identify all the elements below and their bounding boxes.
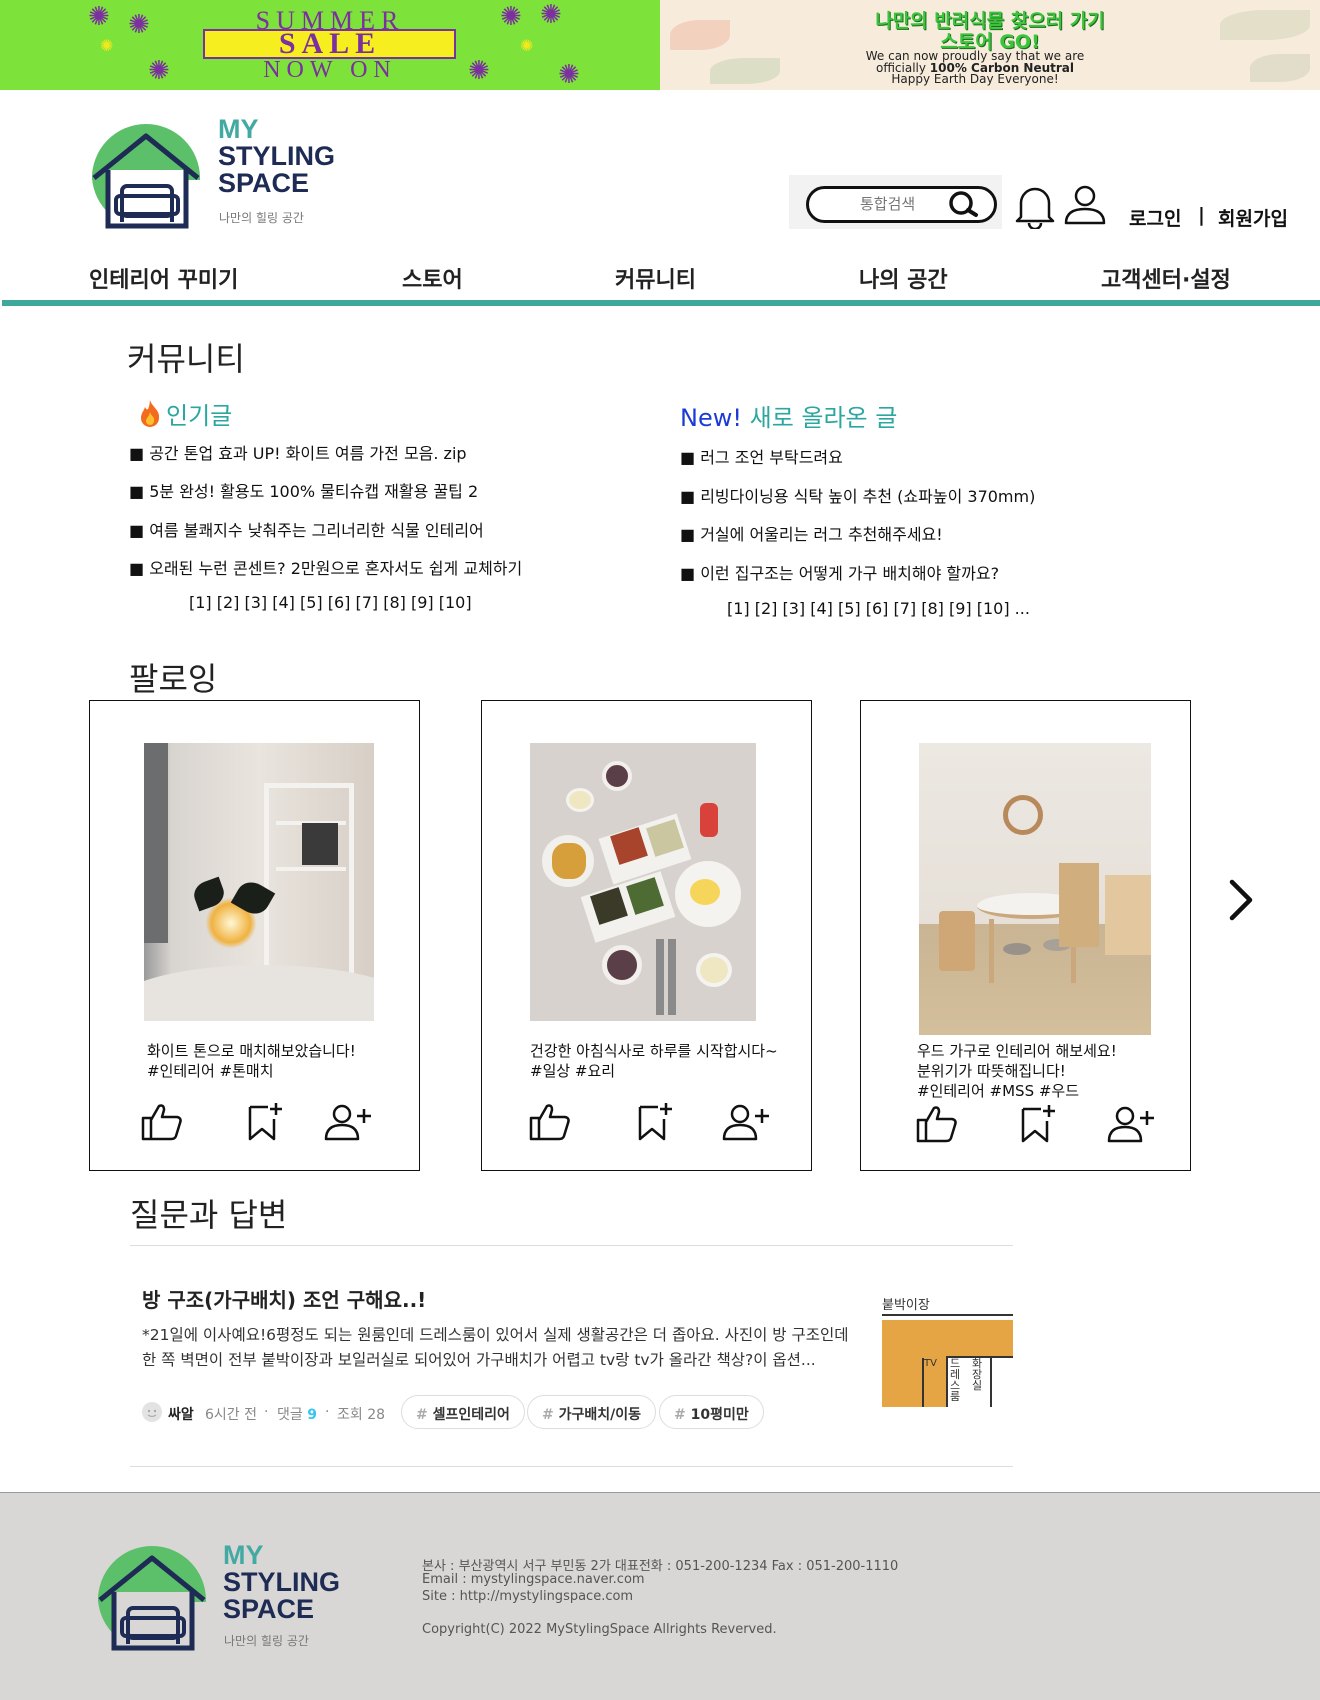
qa-heading: 질문과 답변 (130, 1196, 288, 1234)
signup-link[interactable]: 회원가입 (1218, 204, 1288, 231)
follow-card[interactable]: 화이트 톤으로 매치해보았습니다! #인테리어 #톤매치 (89, 700, 420, 1171)
qa-bottom-divider (130, 1466, 1013, 1467)
bookmark-add-icon[interactable] (636, 1101, 676, 1143)
community-heading: 커뮤니티 (127, 340, 245, 378)
sale-line-3: NOW ON (263, 57, 397, 83)
qa-divider (130, 1245, 1013, 1246)
latest-post[interactable]: 리빙다이닝용 식탁 높이 추천 (쇼파높이 370mm) (680, 483, 1035, 507)
like-icon[interactable] (528, 1101, 572, 1141)
fire-icon (141, 400, 160, 427)
latest-title: New! 새로 올라온 글 (680, 404, 898, 432)
sale-line-2: SALE (278, 27, 382, 60)
author-avatar-icon[interactable] (142, 1402, 162, 1422)
post-caption: 화이트 톤으로 매치해보았습니다! #인테리어 #톤매치 (147, 1042, 356, 1080)
follow-card[interactable]: 우드 가구로 인테리어 해보세요! 분위기가 따뜻해집니다! #인테리어 #MS… (860, 700, 1191, 1171)
chevron-right-icon[interactable] (1226, 876, 1256, 924)
promo-sub-3: Happy Earth Day Everyone! (891, 72, 1059, 86)
qa-views: 조회 28 (337, 1407, 386, 1423)
footer-site[interactable]: Site : http://mystylingspace.com (422, 1589, 633, 1604)
post-caption: 우드 가구로 인테리어 해보세요! 분위기가 따뜻해집니다! #인테리어 #MS… (917, 1042, 1117, 1100)
qa-tag[interactable]: # 셀프인테리어 (401, 1395, 525, 1429)
user-icon[interactable] (1063, 183, 1107, 227)
nav-divider (2, 300, 1320, 306)
logo-tagline: 나만의 힐링 공간 (219, 211, 304, 225)
following-heading: 팔로잉 (129, 660, 218, 698)
qa-author[interactable]: 싸알 (168, 1404, 194, 1424)
nav-interior[interactable]: 인테리어 꾸미기 (89, 262, 238, 294)
bookmark-add-icon[interactable] (1019, 1103, 1059, 1145)
footer-copyright: Copyright(C) 2022 MyStylingSpace Allrigh… (422, 1622, 777, 1637)
follow-card[interactable]: 건강한 아침식사로 하루를 시작합시다~ #일상 #요리 (481, 700, 812, 1171)
footer-logo-tagline: 나만의 힐링 공간 (224, 1634, 309, 1648)
popular-post[interactable]: 오래된 누런 콘센트? 2만원으로 혼자서도 쉽게 교체하기 (129, 555, 522, 579)
bookmark-add-icon[interactable] (246, 1101, 286, 1143)
nav-support-settings[interactable]: 고객센터·설정 (1101, 262, 1231, 294)
meta-dot: · (264, 1404, 269, 1420)
like-icon[interactable] (140, 1101, 184, 1141)
popular-post[interactable]: 여름 불쾌지수 낮춰주는 그리너리한 식물 인테리어 (129, 517, 484, 541)
post-caption: 건강한 아침식사로 하루를 시작합시다~ #일상 #요리 (530, 1042, 778, 1080)
like-icon[interactable] (915, 1103, 959, 1143)
footer-logo-house-icon[interactable] (94, 1544, 210, 1652)
meta-dot: · (325, 1404, 330, 1420)
qa-tag[interactable]: # 가구배치/이동 (527, 1395, 657, 1429)
popular-post[interactable]: 공간 톤업 효과 UP! 화이트 여름 가전 모음. zip (129, 440, 466, 464)
qa-item-body[interactable]: *21일에 이사예요!6평정도 되는 원룸인데 드레스룸이 있어서 실제 생활공… (142, 1323, 852, 1373)
post-photo[interactable] (530, 743, 756, 1021)
popular-title: 인기글 (166, 402, 233, 430)
footer-email[interactable]: Email : mystylingspace.naver.com (422, 1572, 645, 1587)
login-separator: | (1198, 204, 1205, 226)
qa-comments: 댓글 9 (277, 1407, 317, 1423)
qa-tag[interactable]: # 10평미만 (659, 1395, 764, 1429)
latest-post[interactable]: 이런 집구조는 어떻게 가구 배치해야 할까요? (680, 560, 999, 584)
nav-my-space[interactable]: 나의 공간 (859, 262, 948, 294)
logo-wordmark[interactable]: MY STYLING SPACE (218, 116, 335, 197)
qa-time: 6시간 전 (205, 1407, 257, 1423)
latest-post[interactable]: 러그 조언 부탁드려요 (680, 444, 843, 468)
nav-store[interactable]: 스토어 (402, 262, 463, 294)
post-photo[interactable] (144, 743, 374, 1021)
search-icon[interactable] (945, 190, 981, 218)
popular-pagination[interactable]: [1] [2] [3] [4] [5] [6] [7] [8] [9] [10] (189, 593, 472, 612)
follow-user-icon[interactable] (722, 1103, 770, 1143)
nav-community[interactable]: 커뮤니티 (615, 262, 696, 294)
qa-thumbnail[interactable]: 붙박이장 드레스룸 화장실 TV (882, 1294, 1013, 1407)
summer-sale-banner[interactable]: ✺ ✺ ✺ ✺ ✺ ✺ ✺ ✺ ✺ SUMMER SALE NOW ON (0, 0, 660, 90)
store-promo-banner[interactable]: 나만의 반려식물 찾으러 가기 스토어 GO! We can now proud… (660, 0, 1320, 90)
post-photo[interactable] (919, 743, 1151, 1035)
bell-icon[interactable] (1013, 183, 1057, 229)
latest-post[interactable]: 거실에 어울리는 러그 추천해주세요! (680, 521, 942, 545)
follow-user-icon[interactable] (324, 1103, 372, 1143)
logo-house-icon[interactable] (88, 122, 204, 230)
qa-item-title[interactable]: 방 구조(가구배치) 조언 구해요..! (142, 1284, 426, 1313)
latest-pagination[interactable]: [1] [2] [3] [4] [5] [6] [7] [8] [9] [10]… (727, 599, 1030, 618)
follow-user-icon[interactable] (1107, 1105, 1155, 1145)
login-link[interactable]: 로그인 (1129, 204, 1181, 231)
footer-logo-wordmark[interactable]: MY STYLING SPACE (223, 1542, 340, 1623)
popular-post[interactable]: 5분 완성! 활용도 100% 물티슈캡 재활용 꿀팁 2 (129, 478, 478, 502)
